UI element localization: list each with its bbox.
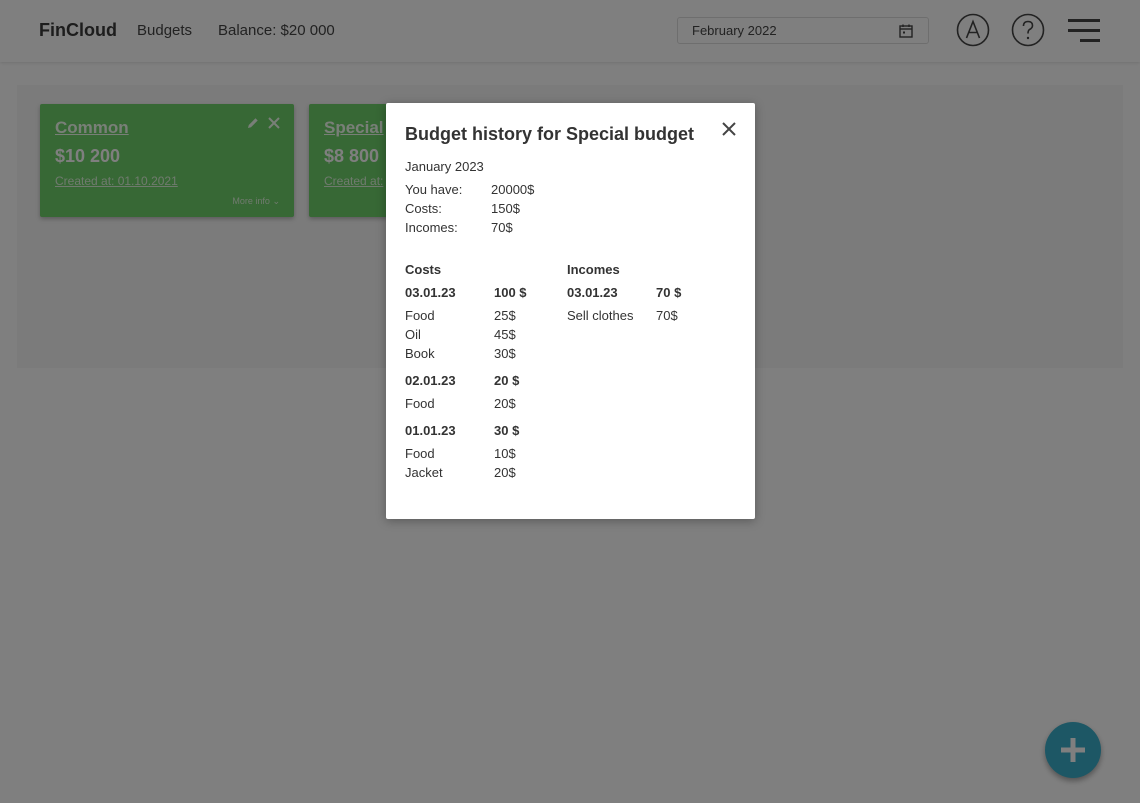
- cost-item-name: Book: [405, 346, 435, 361]
- income-group-date: 03.01.23: [567, 285, 618, 300]
- cost-item-name: Oil: [405, 327, 421, 342]
- summary-label: You have:: [405, 182, 463, 197]
- income-group-total: 70 $: [656, 285, 682, 300]
- cost-item-name: Food: [405, 308, 435, 323]
- income-item-name: Sell clothes: [567, 308, 634, 323]
- summary-label: Incomes:: [405, 220, 458, 235]
- cost-group-date: 02.01.23: [405, 373, 456, 388]
- cost-item-name: Food: [405, 396, 435, 411]
- cost-group-total: 100 $: [494, 285, 527, 300]
- income-item-amount: 70$: [656, 308, 678, 323]
- cost-group-date: 03.01.23: [405, 285, 456, 300]
- cost-item-name: Food: [405, 446, 435, 461]
- costs-header: Costs: [405, 262, 442, 277]
- cost-item-amount: 45$: [494, 327, 516, 342]
- cost-item-amount: 25$: [494, 308, 516, 323]
- summary-value: 70$: [491, 220, 513, 235]
- incomes-header: Incomes: [567, 262, 620, 277]
- summary-label: Costs:: [405, 201, 442, 216]
- cost-group-total: 30 $: [494, 423, 520, 438]
- cost-group-total: 20 $: [494, 373, 520, 388]
- cost-item-name: Jacket: [405, 465, 443, 480]
- close-icon[interactable]: [721, 121, 737, 137]
- cost-item-amount: 20$: [494, 465, 516, 480]
- cost-item-amount: 10$: [494, 446, 516, 461]
- cost-group-date: 01.01.23: [405, 423, 456, 438]
- cost-item-amount: 20$: [494, 396, 516, 411]
- history-period: January 2023: [405, 159, 484, 174]
- budget-history-modal: Budget history for Special budget Januar…: [386, 103, 755, 519]
- summary-value: 20000$: [491, 182, 535, 197]
- modal-title: Budget history for Special budget: [405, 124, 695, 144]
- cost-item-amount: 30$: [494, 346, 516, 361]
- summary-value: 150$: [491, 201, 520, 216]
